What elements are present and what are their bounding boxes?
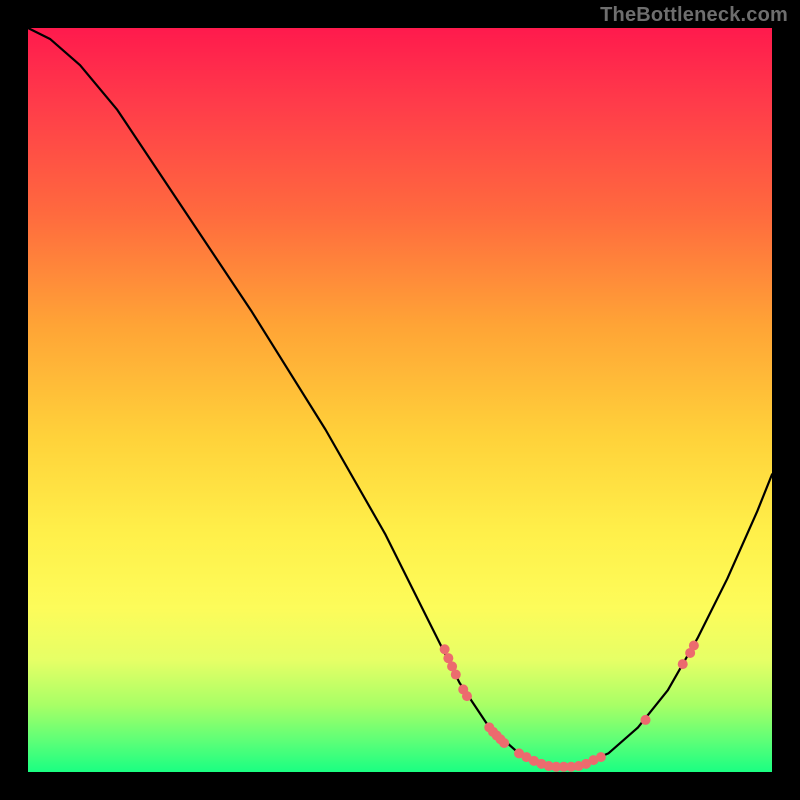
chart-svg xyxy=(28,28,772,772)
watermark-label: TheBottleneck.com xyxy=(600,4,788,27)
data-marker xyxy=(499,738,509,748)
data-marker xyxy=(596,752,606,762)
bottleneck-curve xyxy=(28,28,772,766)
data-marker xyxy=(440,644,450,654)
data-marker xyxy=(462,691,472,701)
data-marker xyxy=(689,641,699,651)
data-marker xyxy=(451,670,461,680)
data-marker xyxy=(678,659,688,669)
chart-frame xyxy=(28,28,772,772)
data-marker xyxy=(641,715,651,725)
